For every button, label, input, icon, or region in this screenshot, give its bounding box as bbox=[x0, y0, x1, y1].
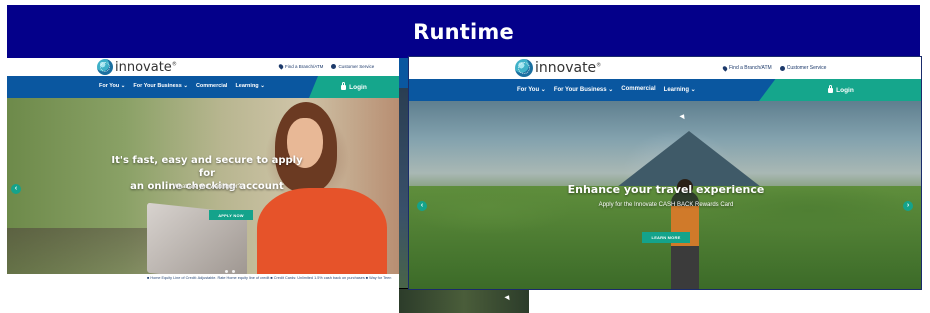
brand-logo[interactable]: innovate® bbox=[97, 59, 177, 75]
nav-items: For You ⌄ For Your Business ⌄ Commercial… bbox=[99, 83, 265, 89]
nav-for-your-business[interactable]: For Your Business ⌄ bbox=[133, 83, 188, 89]
customer-service-link[interactable]: Customer Service bbox=[331, 64, 374, 69]
rates-ticker: ■ Home Equity Line of Credit: Adjustable… bbox=[7, 274, 399, 282]
runtime-banner: Runtime bbox=[7, 5, 920, 58]
utility-links: Find a Branch/ATM Customer Service bbox=[721, 64, 826, 72]
right-browser-frame: innovate® Find a Branch/ATM Customer Ser… bbox=[408, 56, 922, 290]
main-nav: For You ⌄ For Your Business ⌄ Commercial… bbox=[7, 76, 399, 98]
left-browser-frame: innovate® Find a Branch/ATM Customer Ser… bbox=[7, 58, 399, 290]
dot[interactable] bbox=[225, 270, 228, 273]
background-window-footer bbox=[399, 288, 529, 313]
utility-links: Find a Branch/ATM Customer Service bbox=[277, 63, 374, 70]
hero-carousel: Enhance your travel experience Apply for… bbox=[409, 101, 921, 289]
carousel-prev-arrow-icon[interactable]: ‹ bbox=[417, 201, 427, 211]
hero-subline: What are you waiting for? bbox=[172, 184, 242, 190]
hero-headline: Enhance your travel experience bbox=[567, 183, 765, 196]
find-branch-link[interactable]: Find a Branch/ATM bbox=[721, 64, 772, 72]
nav-for-you[interactable]: For You ⌄ bbox=[517, 86, 546, 93]
globe-logo-icon bbox=[97, 59, 113, 75]
hero-carousel: It's fast, easy and secure to apply for … bbox=[7, 98, 399, 282]
nav-learning[interactable]: Learning ⌄ bbox=[235, 83, 264, 89]
dot[interactable] bbox=[232, 270, 235, 273]
screenshot-stage: Runtime innovate® Find a Branch/ATM Cust… bbox=[0, 0, 930, 313]
brand-name: innovate bbox=[535, 60, 597, 76]
nav-commercial[interactable]: Commercial bbox=[196, 83, 228, 89]
location-pin-icon bbox=[277, 63, 285, 70]
customer-service-link[interactable]: Customer Service bbox=[779, 65, 826, 71]
learn-more-button[interactable]: LEARN MORE bbox=[642, 232, 690, 243]
login-button[interactable]: Login bbox=[759, 79, 921, 101]
hero-photo-shirt bbox=[257, 188, 387, 282]
login-button[interactable]: Login bbox=[309, 76, 399, 98]
lock-icon bbox=[828, 84, 834, 93]
find-branch-link[interactable]: Find a Branch/ATM bbox=[277, 63, 323, 70]
help-icon bbox=[779, 65, 785, 71]
nav-commercial[interactable]: Commercial bbox=[621, 86, 655, 93]
banner-title: Runtime bbox=[413, 19, 514, 44]
nav-learning[interactable]: Learning ⌄ bbox=[664, 86, 696, 93]
lock-icon bbox=[341, 81, 347, 90]
top-bar: innovate® Find a Branch/ATM Customer Ser… bbox=[7, 58, 399, 76]
mouse-cursor-icon bbox=[679, 112, 687, 120]
brand-mark: ® bbox=[171, 61, 177, 68]
carousel-dots[interactable] bbox=[225, 270, 235, 273]
login-label: Login bbox=[836, 86, 854, 94]
brand-name: innovate bbox=[115, 59, 172, 75]
globe-logo-icon bbox=[515, 59, 533, 77]
apply-now-button[interactable]: APPLY NOW bbox=[209, 210, 253, 220]
login-label: Login bbox=[349, 83, 367, 91]
hero-subline: Apply for the Innovate CASH BACK Rewards… bbox=[598, 202, 734, 208]
carousel-next-arrow-icon[interactable]: › bbox=[903, 201, 913, 211]
help-icon bbox=[331, 64, 337, 69]
carousel-prev-arrow-icon[interactable]: ‹ bbox=[11, 184, 21, 194]
top-bar: innovate® Find a Branch/ATM Customer Ser… bbox=[409, 57, 921, 79]
headline-line-1: It's fast, easy and secure to apply for bbox=[111, 155, 303, 179]
main-nav: For You ⌄ For Your Business ⌄ Commercial… bbox=[409, 79, 921, 101]
brand-logo[interactable]: innovate® bbox=[515, 59, 601, 77]
nav-for-your-business[interactable]: For Your Business ⌄ bbox=[554, 86, 613, 93]
brand-mark: ® bbox=[596, 62, 602, 69]
nav-items: For You ⌄ For Your Business ⌄ Commercial… bbox=[517, 86, 696, 93]
nav-for-you[interactable]: For You ⌄ bbox=[99, 83, 125, 89]
location-pin-icon bbox=[721, 64, 729, 72]
